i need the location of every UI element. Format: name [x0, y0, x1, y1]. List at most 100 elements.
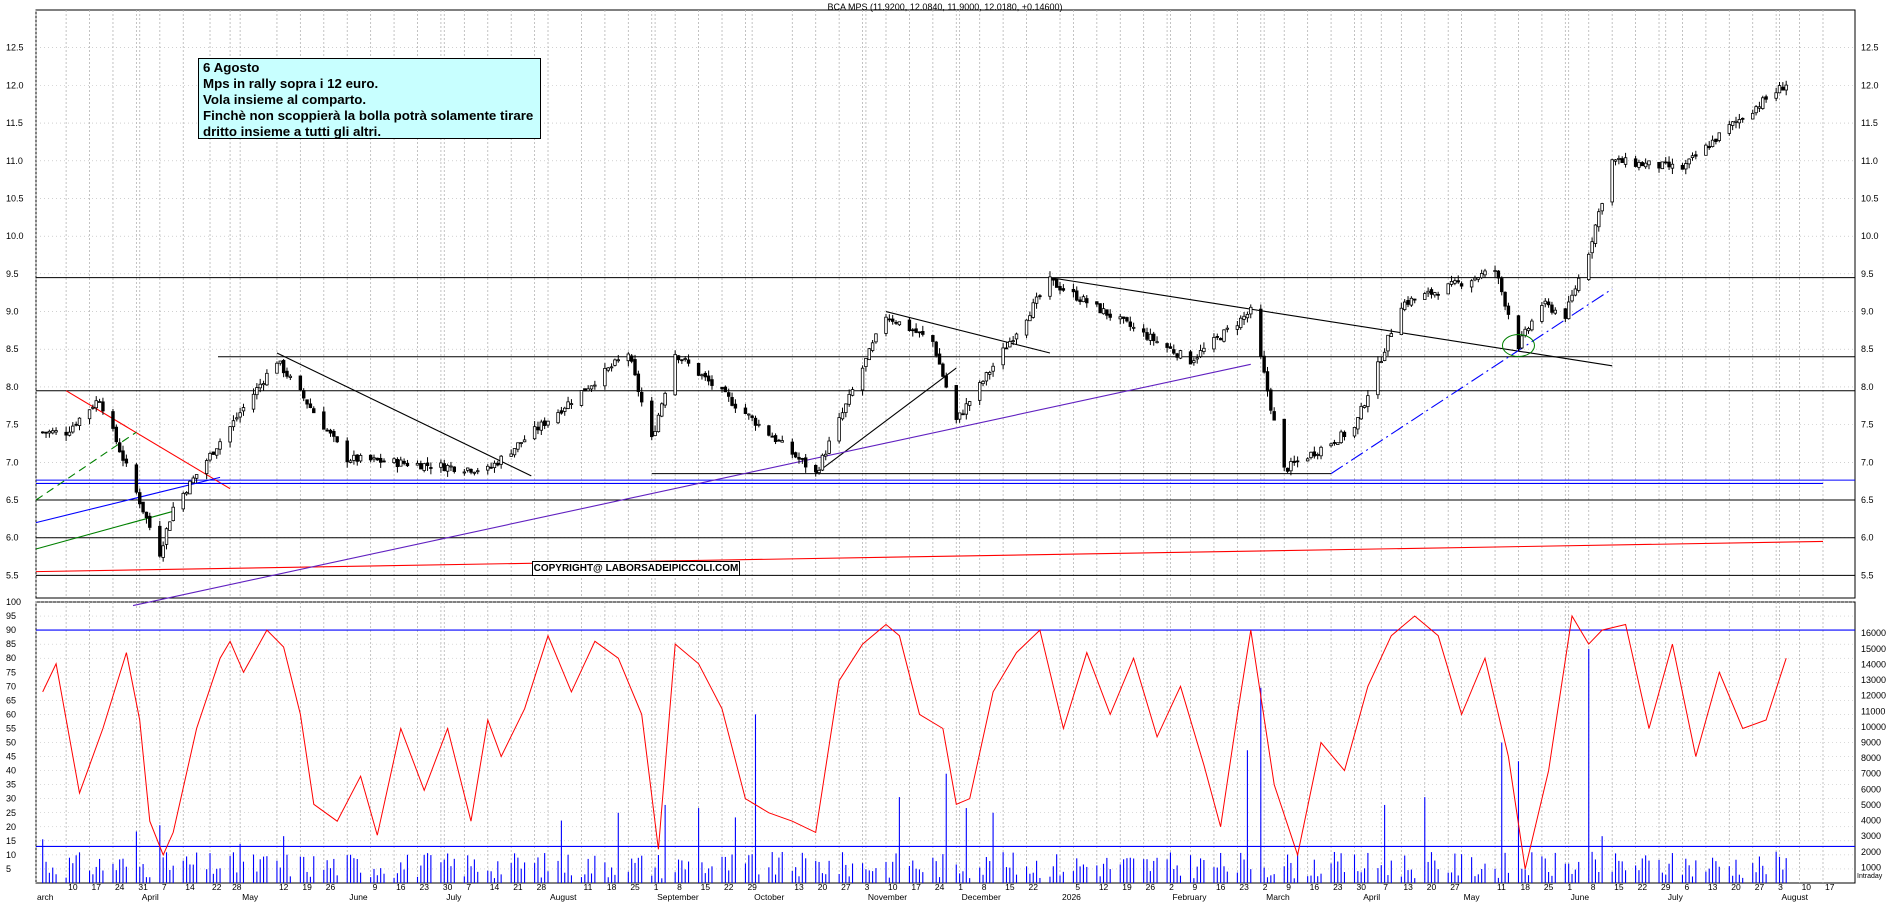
candle-body [1479, 273, 1484, 279]
candle-body [1319, 446, 1323, 457]
candle-body [419, 463, 423, 470]
candle-body [204, 460, 209, 475]
candle-body [1309, 451, 1313, 459]
candle-body [542, 420, 547, 426]
candle-body [1516, 315, 1521, 350]
candle-body [1623, 157, 1628, 165]
candle-body [1496, 270, 1501, 279]
x-tick-label: 18 [607, 882, 617, 892]
candle-body [750, 415, 754, 418]
candle-body [1687, 158, 1691, 165]
candle-body [1570, 294, 1574, 302]
candle-body [686, 359, 691, 364]
candle-body [840, 412, 845, 420]
candle-body [957, 412, 962, 420]
candle-body [961, 413, 965, 416]
candle-body [660, 403, 664, 417]
candle-body [1540, 305, 1544, 322]
x-tick-label: 6 [1684, 882, 1689, 892]
candle-body [231, 420, 236, 428]
candle-body [777, 439, 781, 442]
candle-body [1342, 431, 1347, 438]
candle-body [235, 417, 239, 420]
candle-body [368, 454, 373, 461]
candle-body [613, 359, 617, 366]
y-tick-label: 12.5 [1861, 43, 1879, 53]
x-tick-label: 27 [841, 882, 851, 892]
x-tick-label: 3 [865, 882, 870, 892]
candle-body [111, 411, 115, 429]
candle-body [415, 463, 420, 466]
y-tick-label: 12.5 [6, 43, 24, 53]
candle-body [77, 417, 82, 426]
candle-body [1014, 333, 1019, 340]
candle-body [1426, 290, 1430, 294]
candle-body [492, 462, 497, 469]
x-tick-label: 24 [935, 882, 945, 892]
x-tick-label: July [1668, 892, 1684, 902]
candle-body [1563, 308, 1568, 319]
candle-body [700, 374, 704, 377]
candle-body [218, 441, 222, 450]
x-tick-label: 7 [1383, 882, 1388, 892]
candle-body [887, 318, 892, 321]
candle-body [1168, 346, 1173, 349]
candle-body [392, 458, 396, 463]
candle-body [1777, 85, 1782, 94]
candle-body [897, 321, 902, 326]
candle-body [1647, 160, 1651, 166]
candle-body [449, 465, 453, 468]
candle-body [138, 492, 142, 505]
candle-body [1566, 301, 1571, 320]
y-tick-label: 9.0 [1861, 307, 1874, 317]
candle-body [499, 455, 503, 465]
candle-body [345, 440, 349, 463]
candle-body [1376, 361, 1380, 396]
candle-body [522, 439, 527, 443]
candle-body [1024, 319, 1029, 336]
annotation-line: Mps in rally sopra i 12 euro. [203, 76, 379, 91]
candle-body [941, 363, 945, 377]
candle-body [1754, 106, 1758, 114]
candle-body [1436, 293, 1440, 296]
candle-body [676, 355, 681, 361]
candle-body [1476, 277, 1481, 280]
candle-body [1670, 163, 1675, 169]
candle-body [1235, 325, 1240, 330]
candle-body [1593, 224, 1598, 244]
candle-body [864, 358, 868, 367]
y-tick-label: 7.0 [1861, 457, 1874, 467]
candle-body [275, 362, 279, 374]
candle-body [1359, 405, 1363, 420]
candle-body [1101, 308, 1106, 315]
candle-body [1071, 288, 1076, 293]
candle-body [532, 426, 537, 440]
candle-body [134, 464, 139, 493]
volume-tick-label: 5000 [1861, 800, 1881, 810]
candle-body [332, 431, 336, 437]
candle-body [124, 458, 129, 464]
x-tick-label: 15 [1614, 882, 1624, 892]
candle-body [1001, 347, 1005, 366]
candle-body [1590, 241, 1594, 254]
candle-body [633, 359, 637, 376]
candle-body [1282, 418, 1286, 468]
candle-body [265, 372, 269, 386]
candle-body [733, 403, 738, 409]
x-tick-label: 17 [1825, 882, 1835, 892]
volume-tick-label: 10000 [1861, 722, 1886, 732]
candle-body [1757, 106, 1762, 109]
candle-body [1446, 283, 1450, 295]
volume-tick-label: 9000 [1861, 738, 1881, 748]
x-tick-label: March [1266, 892, 1290, 902]
candle-body [586, 388, 590, 392]
candle-body [1362, 405, 1367, 408]
candle-body [1667, 161, 1671, 168]
candle-body [656, 414, 661, 433]
annotation-line: Finchè non scoppierà la bolla potrà sola… [203, 108, 534, 123]
candle-body [1379, 361, 1383, 363]
candle-body [1054, 278, 1059, 288]
candle-body [847, 393, 851, 405]
candle-body [1008, 341, 1012, 348]
candle-body [626, 353, 631, 362]
